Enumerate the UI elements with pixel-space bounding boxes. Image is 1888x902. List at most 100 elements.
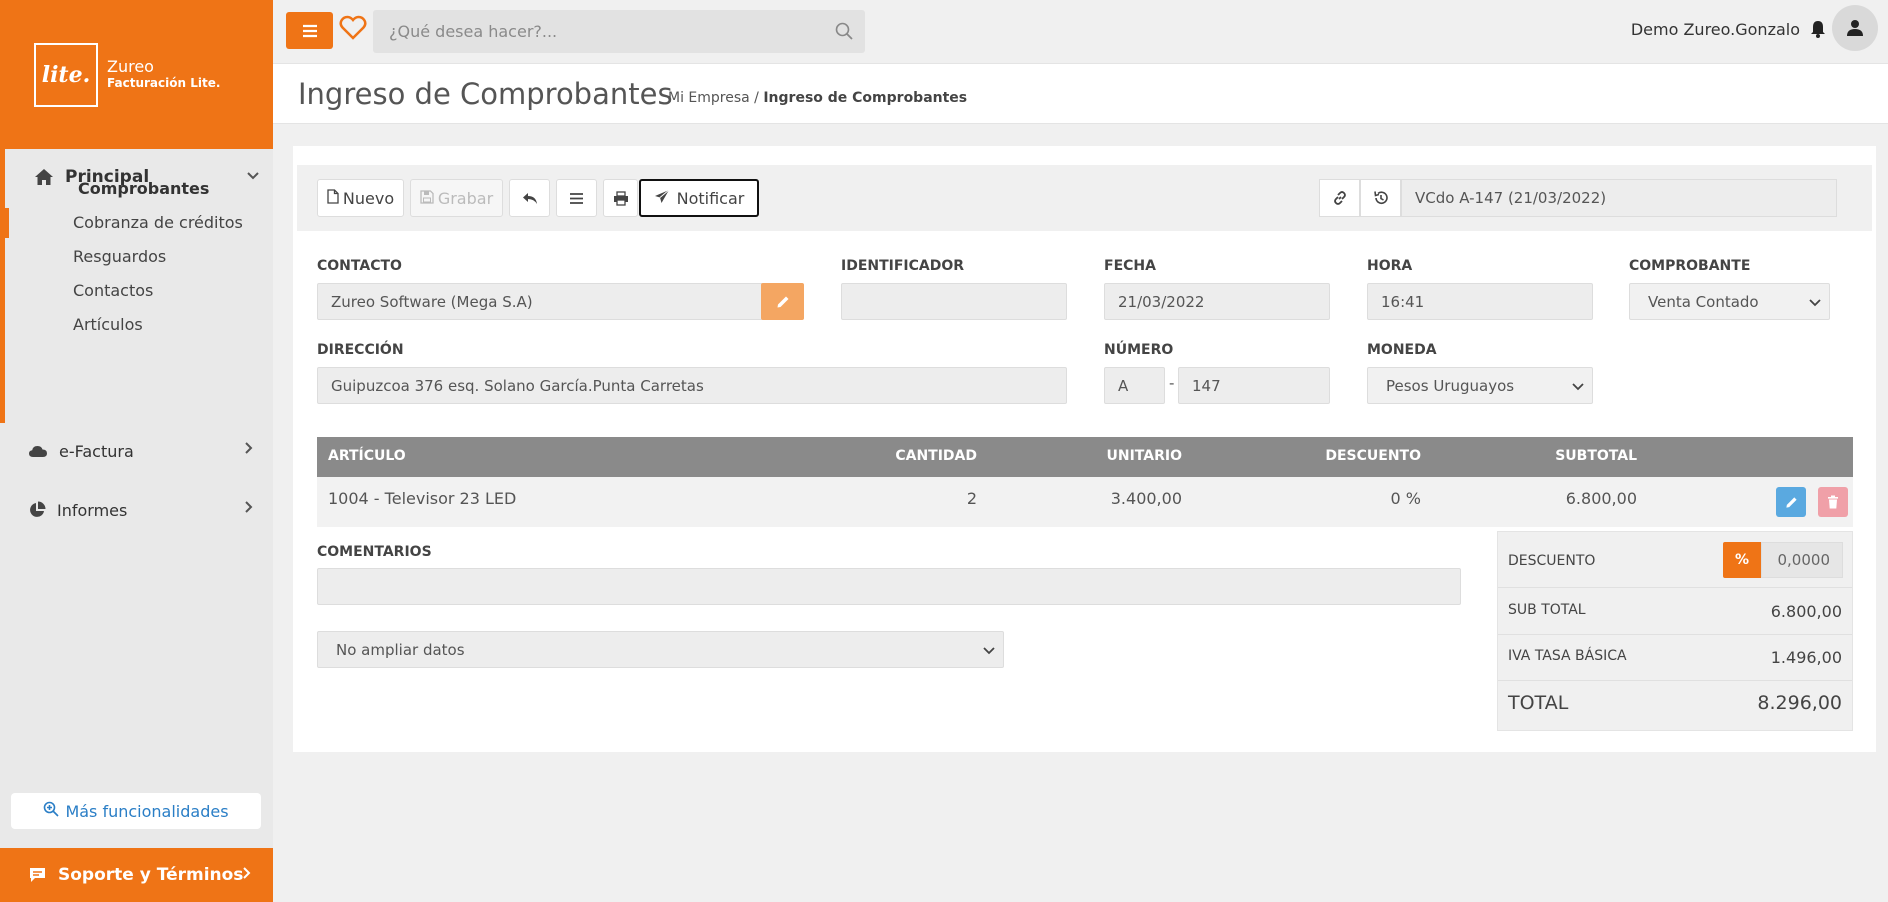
more-features-label: Más funcionalidades — [65, 801, 229, 821]
comentarios-field[interactable] — [317, 568, 1461, 605]
save-icon — [420, 189, 434, 208]
menu-efactura[interactable]: e-Factura — [28, 439, 253, 463]
bell-icon[interactable] — [1810, 20, 1826, 42]
ampliar-datos-value: No ampliar datos — [336, 640, 465, 659]
comentarios-label: COMENTARIOS — [317, 544, 432, 560]
new-label: Nuevo — [342, 188, 395, 208]
topbar: ¿Qué desea hacer?... Demo Zureo.Gonzalo — [273, 0, 1888, 63]
notify-label: Notificar — [676, 188, 745, 208]
document-reference: VCdo A-147 (21/03/2022) — [1319, 179, 1837, 217]
favorites-button[interactable] — [339, 15, 367, 45]
totals-panel: DESCUENTO % 0,0000 SUB TOTAL 6.800,00 IV… — [1497, 531, 1853, 731]
support-terms-button[interactable]: Soporte y Términos — [0, 848, 273, 902]
col-articulo: ARTÍCULO — [328, 448, 406, 464]
trash-icon — [1828, 495, 1838, 509]
user-icon — [1847, 20, 1863, 36]
sidebar-item-contactos[interactable]: Contactos — [73, 281, 153, 300]
pie-chart-icon — [30, 501, 46, 517]
edit-contact-button[interactable] — [761, 283, 804, 320]
direccion-value: Guipuzcoa 376 esq. Solano García.Punta C… — [331, 376, 704, 395]
direccion-field[interactable]: Guipuzcoa 376 esq. Solano García.Punta C… — [317, 367, 1067, 404]
fecha-label: FECHA — [1104, 258, 1156, 274]
search-box[interactable]: ¿Qué desea hacer?... — [373, 10, 865, 53]
toolbar: Nuevo Grabar Notificar VCdo A-147 (21/03 — [297, 165, 1872, 231]
subtotal-label: SUB TOTAL — [1508, 602, 1586, 618]
more-features-button[interactable]: Más funcionalidades — [11, 793, 261, 829]
serie-field[interactable]: A — [1104, 367, 1165, 404]
notify-button[interactable]: Notificar — [639, 179, 759, 217]
list-button[interactable] — [556, 179, 597, 217]
breadcrumb: Mi Empresa / Ingreso de Comprobantes — [668, 90, 967, 106]
menu-toggle-button[interactable] — [286, 12, 333, 49]
menu-informes-label: Informes — [57, 500, 128, 520]
total-value: 8.296,00 — [1757, 692, 1842, 714]
identificador-label: IDENTIFICADOR — [841, 258, 965, 274]
sidebar-item-articulos[interactable]: Artículos — [73, 315, 143, 334]
sidebar-item-cobranza[interactable]: Cobranza de créditos — [73, 213, 243, 232]
subtotal-row: SUB TOTAL 6.800,00 — [1508, 602, 1842, 621]
page-header: Ingreso de Comprobantes Mi Empresa / Ing… — [273, 63, 1888, 124]
iva-row: IVA TASA BÁSICA 1.496,00 — [1508, 648, 1842, 667]
lite-logo: lite. — [34, 42, 98, 107]
cell-subtotal: 6.800,00 — [1565, 489, 1637, 508]
hamburger-icon — [302, 24, 317, 37]
brand-name: Zureo — [107, 56, 154, 76]
user-name[interactable]: Demo Zureo.Gonzalo — [1631, 20, 1800, 39]
document-reference-value: VCdo A-147 (21/03/2022) — [1401, 179, 1837, 217]
numero-separator: - — [1169, 374, 1175, 392]
percent-toggle-button[interactable]: % — [1723, 542, 1761, 578]
history-icon — [1373, 191, 1388, 204]
numero-field[interactable]: 147 — [1178, 367, 1330, 404]
moneda-select[interactable]: Pesos Uruguayos — [1367, 367, 1593, 404]
total-row: TOTAL 8.296,00 — [1508, 692, 1842, 714]
home-icon — [35, 169, 53, 185]
comprobante-value: Venta Contado — [1648, 292, 1759, 311]
chevron-right-icon — [245, 501, 253, 517]
contacto-value: Zureo Software (Mega S.A) — [331, 292, 533, 311]
history-button[interactable] — [1360, 179, 1401, 217]
descuento-total-input[interactable]: 0,0000 — [1761, 542, 1843, 578]
comprobante-label: COMPROBANTE — [1629, 258, 1751, 274]
avatar[interactable] — [1832, 5, 1878, 51]
send-icon — [654, 189, 670, 208]
brand-product: Facturación Lite. — [107, 75, 221, 90]
table-row[interactable]: 1004 - Televisor 23 LED 2 3.400,00 0 % 6… — [317, 477, 1853, 527]
identificador-field[interactable] — [841, 283, 1067, 320]
sidebar-item-resguardos[interactable]: Resguardos — [73, 247, 166, 266]
breadcrumb-root[interactable]: Mi Empresa / — [668, 90, 759, 106]
hora-label: HORA — [1367, 258, 1413, 274]
ampliar-datos-select[interactable]: No ampliar datos — [317, 631, 1004, 668]
chevron-right-icon — [245, 442, 253, 458]
serie-value: A — [1118, 376, 1129, 395]
delete-row-button[interactable] — [1818, 487, 1848, 517]
numero-value: 147 — [1192, 376, 1221, 395]
sidebar: lite. Zureo Facturación Lite. Principal … — [0, 0, 273, 902]
chevron-down-icon — [983, 641, 995, 659]
hora-field[interactable]: 16:41 — [1367, 283, 1593, 320]
link-button[interactable] — [1319, 179, 1360, 217]
new-button[interactable]: Nuevo — [317, 179, 404, 217]
brand[interactable]: lite. Zureo Facturación Lite. — [0, 0, 273, 149]
chat-icon — [29, 867, 46, 883]
search-input[interactable]: ¿Qué desea hacer?... — [389, 22, 557, 41]
edit-row-button[interactable] — [1776, 487, 1806, 517]
direccion-label: DIRECCIÓN — [317, 342, 404, 358]
contacto-field[interactable]: Zureo Software (Mega S.A) — [317, 283, 763, 320]
cell-unitario: 3.400,00 — [1110, 489, 1182, 508]
moneda-label: MONEDA — [1367, 342, 1437, 358]
sidebar-item-comprobantes[interactable]: Comprobantes — [78, 179, 209, 198]
search-icon[interactable] — [835, 22, 853, 44]
contacto-label: CONTACTO — [317, 258, 402, 274]
fecha-field[interactable]: 21/03/2022 — [1104, 283, 1330, 320]
save-button[interactable]: Grabar — [410, 179, 503, 217]
comprobante-select[interactable]: Venta Contado — [1629, 283, 1830, 320]
hora-value: 16:41 — [1381, 292, 1425, 311]
chevron-down-icon — [247, 169, 259, 184]
reply-icon — [522, 192, 537, 204]
undo-button[interactable] — [509, 179, 550, 217]
print-button[interactable] — [603, 179, 638, 217]
col-unitario: UNITARIO — [1106, 448, 1182, 464]
breadcrumb-current: Ingreso de Comprobantes — [763, 90, 968, 106]
save-label: Grabar — [437, 188, 494, 208]
menu-informes[interactable]: Informes — [28, 498, 253, 522]
